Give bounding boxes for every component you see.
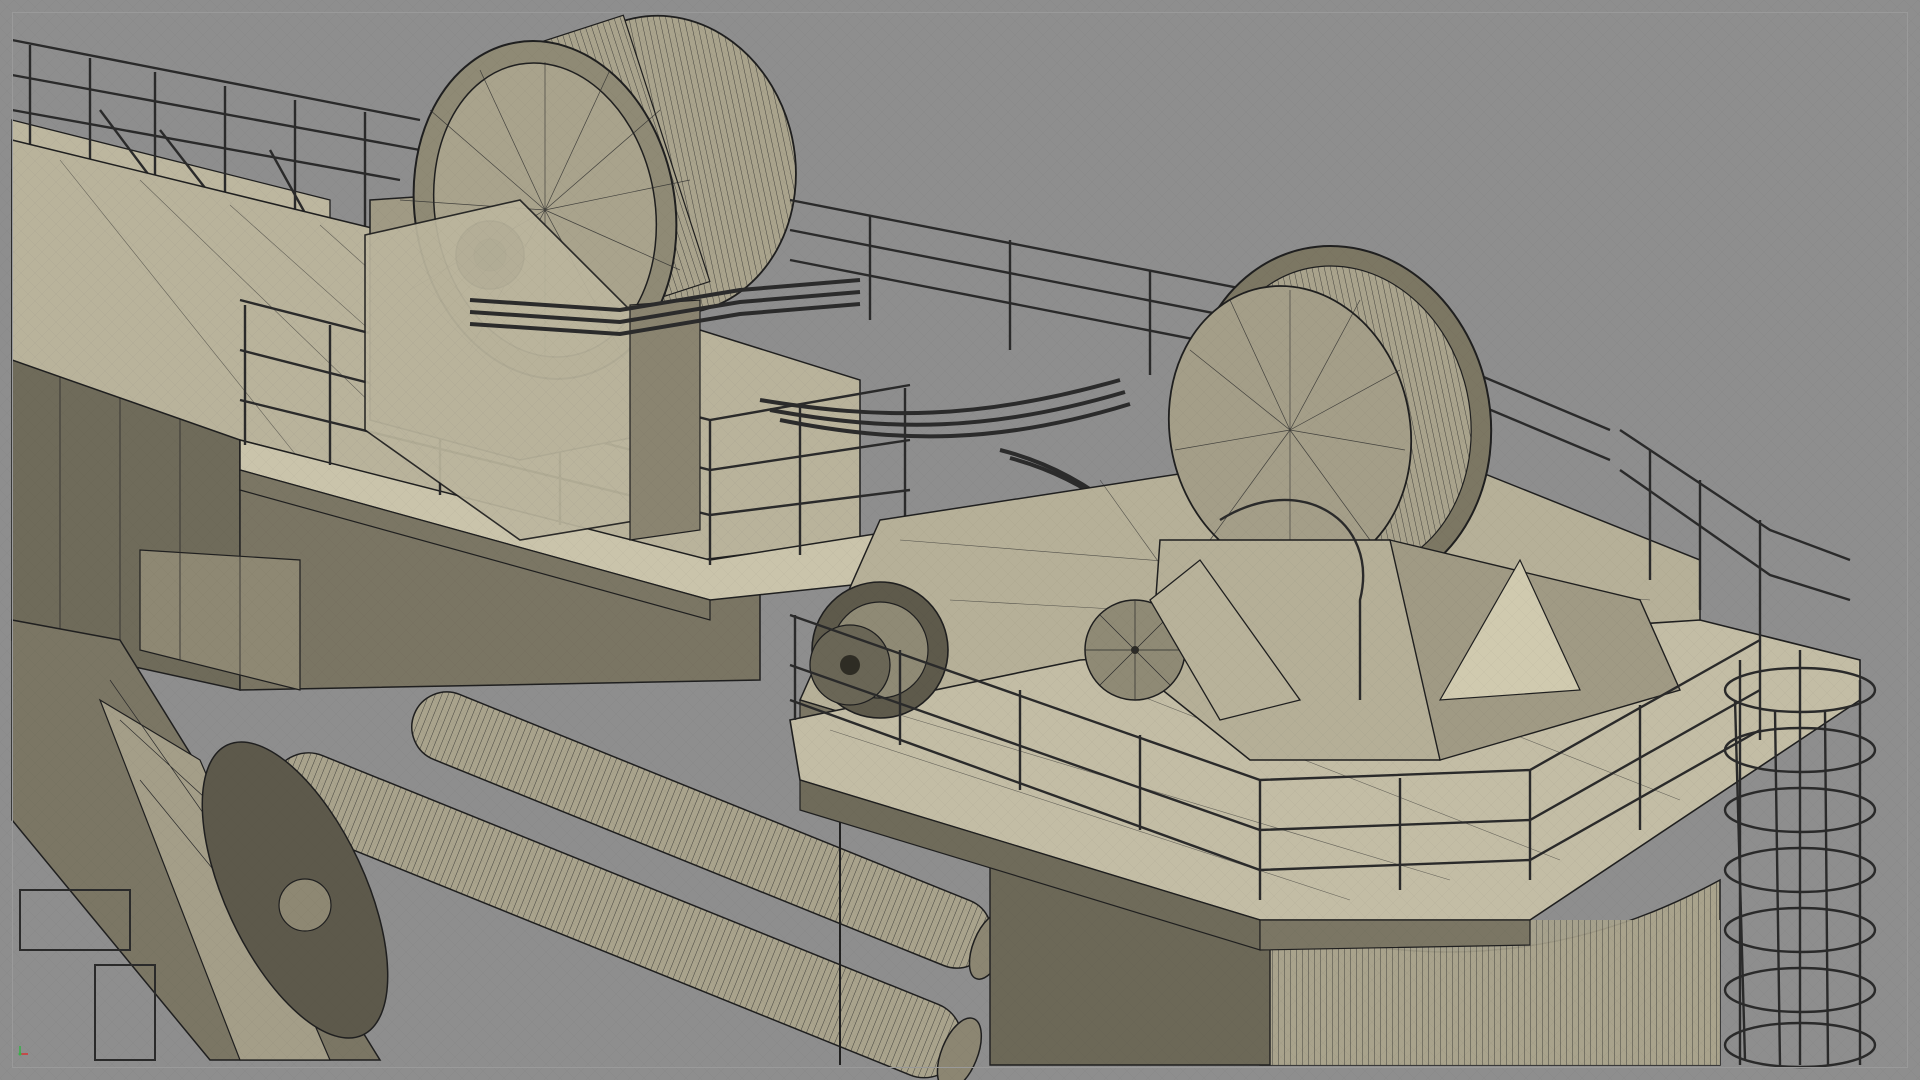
wireframe-scene[interactable]: [0, 0, 1920, 1080]
3d-viewport[interactable]: [0, 0, 1920, 1080]
axis-gizmo-icon: [18, 1046, 28, 1056]
